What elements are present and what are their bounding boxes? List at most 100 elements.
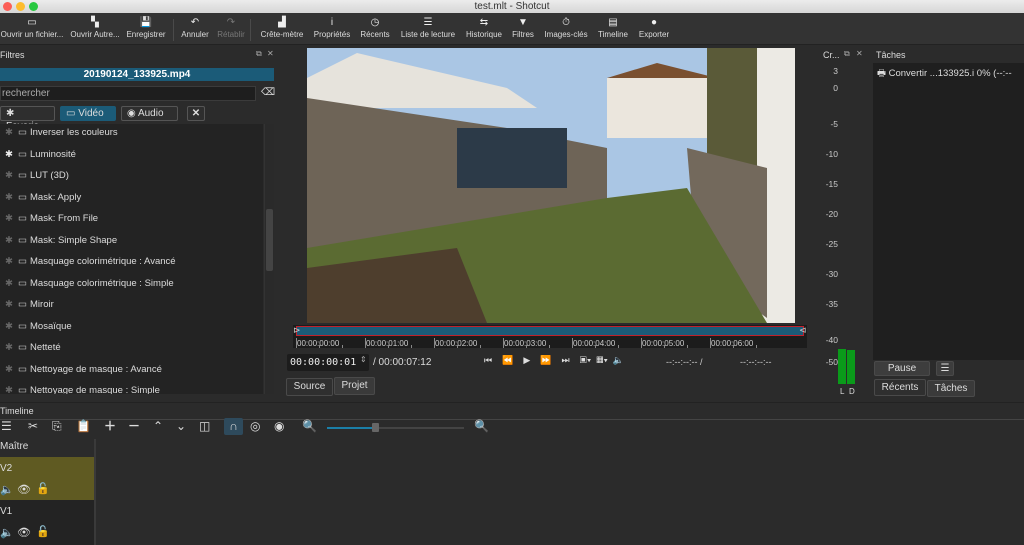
favorite-star-icon[interactable]: ✱ (0, 338, 18, 358)
skip-to-start-icon[interactable]: ⏮ (484, 355, 492, 365)
zoom-in-icon[interactable]: 🔍 (474, 418, 489, 434)
position-timecode-input[interactable]: 00:00:00:01 (287, 354, 369, 371)
annuler-button[interactable]: ↶ Annuler (181, 16, 209, 39)
favorite-star-icon[interactable]: ✱ (0, 231, 18, 251)
clear-search-icon[interactable]: ⌫ (261, 87, 275, 98)
timeline-menu-icon[interactable]: ☰ (1, 418, 12, 434)
unlock-icon[interactable]: 🔓 (36, 482, 50, 495)
tab-recents[interactable]: Récents (874, 379, 926, 396)
filter-item[interactable]: ✱ ▭ Mask: Simple Shape (0, 231, 117, 251)
skip-to-end-icon[interactable]: ⏭ (562, 355, 570, 365)
historique-button[interactable]: ⇆ Historique (466, 16, 502, 39)
mute-icon[interactable]: 🔈 (0, 526, 14, 539)
unlock-icon[interactable]: 🔓 (36, 525, 50, 538)
lift-icon[interactable]: ⌃ (153, 418, 163, 434)
overwrite-icon[interactable]: ⌄ (176, 418, 186, 434)
liste-de-lecture-button[interactable]: ☰ Liste de lecture (401, 16, 455, 39)
rétablir-button[interactable]: ↷ Rétablir (217, 16, 245, 39)
play-icon[interactable]: ▶ (523, 355, 530, 365)
video-preview[interactable] (307, 48, 795, 323)
zoom-out-icon[interactable]: 🔍 (302, 418, 317, 434)
paste-icon[interactable]: 📋 (76, 418, 91, 434)
tab-source[interactable]: Source (286, 378, 333, 396)
filter-item[interactable]: ✱ ▭ Masquage colorimétrique : Avancé (0, 252, 176, 272)
filtres-button[interactable]: ▼ Filtres (512, 16, 534, 39)
cut-icon[interactable]: ✂ (28, 418, 38, 434)
track-header-v2[interactable]: V2 🔈 👁 🔓 (0, 457, 94, 500)
zoom-fit-icon[interactable]: ▣▾ (580, 355, 592, 365)
float-icon[interactable]: ⧉ (256, 49, 262, 59)
filter-item[interactable]: ✱ ▭ Nettoyage de masque : Simple (0, 381, 160, 394)
scrub-eye-icon[interactable]: ◎ (250, 418, 260, 434)
float-icon[interactable]: ⧉ (844, 49, 850, 59)
ouvrir-autre-button[interactable]: ▚ Ouvrir Autre... (70, 16, 119, 39)
filter-search-input[interactable]: rechercher (0, 86, 256, 101)
filter-item[interactable]: ✱ ▭ Mask: Apply (0, 188, 81, 208)
favorite-star-icon[interactable]: ✱ (0, 166, 18, 186)
in-marker[interactable]: ⊳ (293, 325, 301, 336)
tab-audio[interactable]: ◉ Audio (121, 106, 178, 121)
tasks-menu-button[interactable]: ☰ (936, 361, 954, 376)
master-track-header[interactable]: Maître (0, 439, 94, 455)
tab-favoris[interactable]: ✱ Favoris (0, 106, 55, 132)
close-icon[interactable]: ✕ (267, 49, 274, 58)
zoom-slider[interactable] (327, 423, 464, 432)
grid-icon[interactable]: ▦▾ (596, 355, 608, 365)
filter-item[interactable]: ✱ ▭ Luminosité (0, 145, 76, 165)
favorite-star-icon[interactable]: ✱ (0, 381, 18, 394)
append-icon[interactable]: ＋ (104, 418, 116, 434)
out-marker[interactable]: ⊲ (799, 325, 807, 336)
eye-icon[interactable]: 👁 (17, 526, 31, 539)
copy-icon[interactable]: ⎘ (52, 418, 62, 434)
filter-list-scrollbar[interactable] (264, 124, 274, 394)
snap-magnet-icon[interactable]: ∩ (224, 418, 243, 435)
récents-button[interactable]: ◷ Récents (360, 16, 389, 39)
close-icon[interactable]: ✕ (856, 49, 863, 58)
filter-item[interactable]: ✱ ▭ Inverser les couleurs (0, 124, 118, 143)
filter-item[interactable]: ✱ ▭ Mask: From File (0, 209, 98, 229)
ripple-icon[interactable]: ◉ (274, 418, 284, 434)
filter-item[interactable]: ✱ ▭ Nettoyage de masque : Avancé (0, 360, 162, 380)
filter-item[interactable]: ✱ ▭ Netteté (0, 338, 61, 358)
timeline-button[interactable]: ▤ Timeline (598, 16, 628, 39)
tab-projet[interactable]: Projet (334, 377, 375, 395)
filter-item[interactable]: ✱ ▭ Mosaïque (0, 317, 72, 337)
filter-item[interactable]: ✱ ▭ Miroir (0, 295, 54, 315)
favorite-star-icon[interactable]: ✱ (0, 124, 18, 143)
favorite-star-icon[interactable]: ✱ (0, 317, 18, 337)
crête-mètre-button[interactable]: ▟ Crête-mètre (261, 16, 304, 39)
exporter-button[interactable]: ● Exporter (639, 16, 669, 39)
favorite-star-icon[interactable]: ✱ (0, 360, 18, 380)
minimize-window-button[interactable] (16, 2, 25, 11)
tab-video[interactable]: ▭ Vidéo (60, 106, 116, 121)
ouvrir-un-fichier-button[interactable]: ▭ Ouvrir un fichier... (1, 16, 64, 39)
remove-icon[interactable]: － (128, 418, 140, 434)
favorite-star-icon[interactable]: ✱ (0, 188, 18, 208)
scrollbar-thumb[interactable] (266, 209, 273, 271)
propriétés-button[interactable]: i Propriétés (314, 16, 350, 39)
timecode-spinner-icon[interactable]: ⇕ (360, 355, 367, 364)
eye-icon[interactable]: 👁 (17, 483, 31, 496)
zoom-slider-thumb[interactable] (371, 423, 379, 432)
fast-forward-icon[interactable]: ⏩ (540, 355, 551, 365)
favorite-star-icon[interactable]: ✱ (0, 209, 18, 229)
filter-item[interactable]: ✱ ▭ Masquage colorimétrique : Simple (0, 274, 174, 294)
scrubber[interactable]: ⊳ ⊲ 00:00:00:00 00:00:01:00 00:00:02:00 00:… (293, 325, 807, 348)
volume-icon[interactable]: 🔈 (613, 355, 624, 365)
track-header-v1[interactable]: V1 🔈 👁 🔓 (0, 500, 94, 545)
close-filter-tabs-button[interactable]: ✕ (187, 106, 205, 121)
split-icon[interactable]: ◫ (199, 418, 210, 434)
mute-icon[interactable]: 🔈 (0, 483, 14, 496)
images-clés-button[interactable]: ⏱ Images-clés (544, 16, 587, 39)
favorite-star-icon[interactable]: ✱ (0, 295, 18, 315)
close-window-button[interactable] (3, 2, 12, 11)
filter-item[interactable]: ✱ ▭ LUT (3D) (0, 166, 69, 186)
favorite-star-icon[interactable]: ✱ (0, 274, 18, 294)
enregistrer-button[interactable]: 💾 Enregistrer (126, 16, 165, 39)
rewind-icon[interactable]: ⏪ (502, 355, 513, 365)
favorite-star-icon[interactable]: ✱ (0, 252, 18, 272)
favorite-star-icon[interactable]: ✱ (0, 145, 18, 165)
task-item[interactable]: 🖶 Convertir ...133925.i 0% (--:-- (877, 66, 1012, 82)
pause-button[interactable]: Pause (874, 361, 930, 376)
zoom-window-button[interactable] (29, 2, 38, 11)
